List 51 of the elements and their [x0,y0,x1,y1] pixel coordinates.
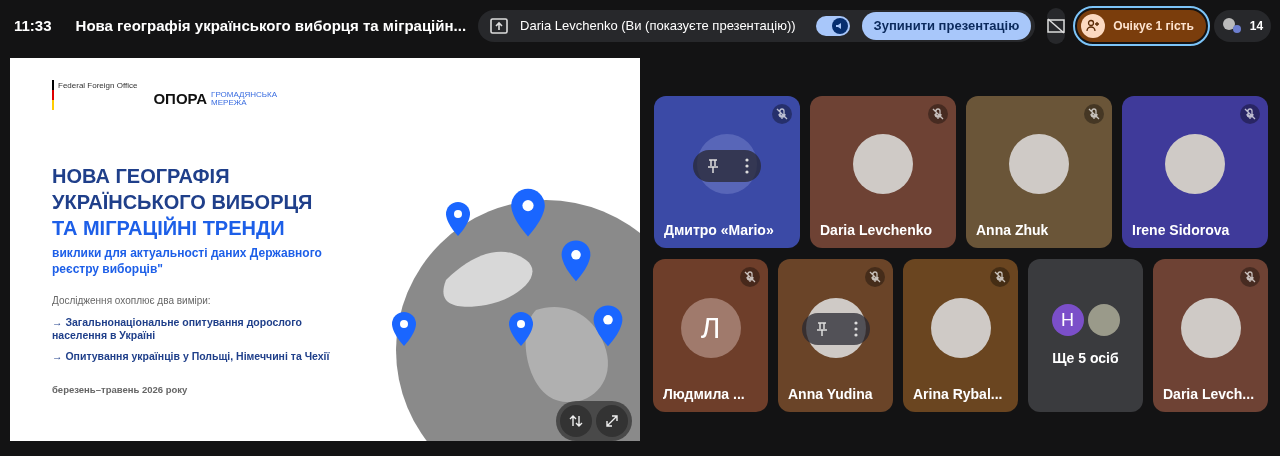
mic-off-icon [990,267,1010,287]
more-icon[interactable] [745,157,749,174]
participant-name: Людмила ... [663,385,745,404]
present-screen-icon [490,18,509,34]
slide-subtitle: виклики для актуальності даних Державного реєстру виборців" [52,244,323,277]
participants-button[interactable]: 14 [1213,10,1272,42]
presentation-off-icon [1047,18,1066,34]
stop-presenting-button[interactable]: Зупинити презентацію [861,12,1032,40]
presenter-label: Daria Levchenko (Ви (показуєте презентацію)) [520,17,796,36]
audio-toggle[interactable] [815,16,850,36]
meeting-title: Нова географія українського виборця та міграційн... [75,15,467,36]
avatar-photo-placeholder [853,134,913,194]
slide-title: НОВА ГЕОГРАФІЯ [52,163,231,189]
participant-avatars-icon [1221,17,1242,35]
add-person-icon [1086,19,1101,33]
mic-off-icon [772,104,792,124]
participant-name: Anna Yudina [788,385,873,404]
expand-icon [605,414,619,428]
logo-text: ОПОРА [153,89,208,109]
mic-off-icon [928,104,948,124]
avatar-letter: Н [1051,303,1084,336]
mic-off-icon [1240,267,1260,287]
pin-icon[interactable] [705,157,721,174]
participant-name: Daria Levch... [1163,385,1255,404]
slide-title: ТА МІГРАЦІЙНІ ТРЕНДИ [52,215,286,241]
clock-time: 11:33 [14,15,52,36]
slide-bullet: → Загальнонаціональне опитування дорослого населення в Україні [52,315,303,342]
participant-name: Irene Sidorova [1132,221,1230,240]
slide-bullet: → Опитування українців у Польщі, Німеччині та Чехії [52,349,331,363]
participant-name: Дмитро «Mario» [664,221,774,240]
slide-date: березень–травень 2026 року [52,382,189,397]
swap-arrows-icon [569,414,583,428]
mic-off-icon [1240,104,1260,124]
more-icon[interactable] [853,321,858,338]
more-participants-label: Ще 5 осіб [1052,348,1119,368]
logo-tagline: ГРОМАДЯНСЬКА МЕРЕЖА [211,90,279,107]
slide-intro: Дослідження охоплює два виміри: [52,293,212,308]
slide-title: УКРАЇНСЬКОГО ВИБОРЦЯ [52,189,314,215]
participant-name: Daria Levchenko [820,221,933,240]
mic-off-icon [1084,104,1104,124]
avatar-letter: Л [680,297,741,358]
mic-off-icon [740,267,760,287]
mic-off-icon [865,267,885,287]
avatar-photo-placeholder [1009,134,1069,194]
participant-name: Arina Rybal... [913,385,1003,404]
avatar-photo-placeholder [1087,303,1120,336]
participant-name: Anna Zhuk [976,221,1049,240]
sponsor-label: Federal Foreign Office [58,80,138,92]
avatar-photo-placeholder [1165,134,1225,194]
camera-off-button[interactable] [1047,8,1066,44]
waiting-guests-button[interactable]: Очікує 1 гість [1077,10,1206,42]
